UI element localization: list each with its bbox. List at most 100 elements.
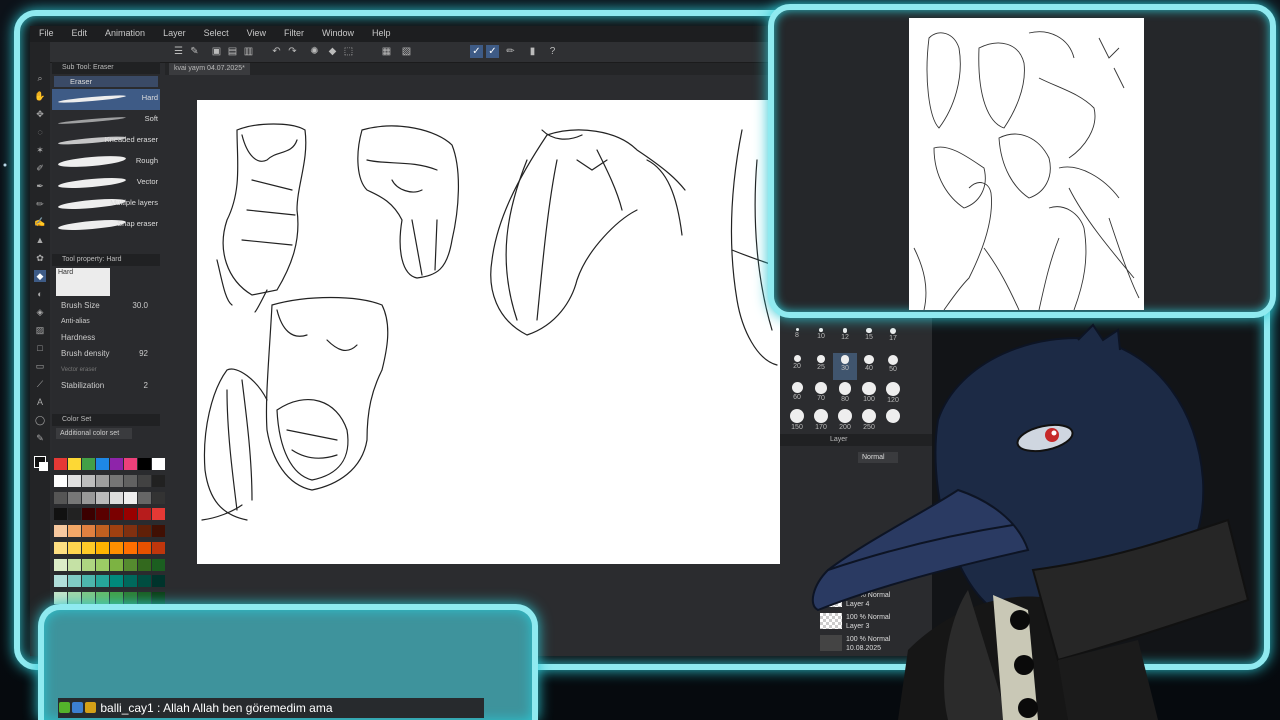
gradient-icon[interactable]: ▨	[34, 324, 46, 336]
fill-icon[interactable]: ◆	[326, 45, 339, 58]
color-swatch[interactable]	[54, 458, 67, 470]
color-swatch[interactable]	[110, 558, 123, 571]
color-swatch[interactable]	[96, 525, 109, 538]
color-swatch[interactable]	[82, 592, 95, 605]
color-swatch[interactable]	[124, 558, 137, 571]
color-swatch[interactable]	[82, 525, 95, 538]
color-swatch[interactable]	[110, 575, 123, 588]
airbrush-icon[interactable]: ▲	[34, 234, 46, 246]
color-swatch[interactable]	[124, 458, 137, 470]
menu-animation[interactable]: Animation	[96, 26, 154, 38]
decoration-icon[interactable]: ✿	[34, 252, 46, 264]
menu-select[interactable]: Select	[195, 26, 238, 38]
pen-tool-icon[interactable]: ✒	[34, 180, 46, 192]
brush-multiple-layers[interactable]: Multiple layers	[52, 194, 160, 215]
color-swatch[interactable]	[138, 474, 151, 487]
pencil-tool-icon[interactable]: ✏	[34, 198, 46, 210]
correct-line-icon[interactable]: ✎	[34, 432, 46, 444]
color-swatch[interactable]	[96, 592, 109, 605]
anti-alias-row[interactable]: Anti-alias	[52, 314, 160, 330]
eyedropper-icon[interactable]: ✐	[34, 162, 46, 174]
color-swatch[interactable]	[110, 525, 123, 538]
transform-icon[interactable]: ⬚	[342, 45, 355, 58]
frame-icon[interactable]: ▭	[34, 360, 46, 372]
tab-document[interactable]: kvai yaym 04.07.2025*	[169, 63, 250, 75]
device-icon[interactable]: ▮	[526, 45, 539, 58]
color-swatch[interactable]	[68, 474, 81, 487]
color-swatch[interactable]	[68, 541, 81, 554]
color-swatch[interactable]	[82, 558, 95, 571]
brush-vector[interactable]: Vector	[52, 173, 160, 194]
ruler-icon[interactable]: ▧	[400, 45, 413, 58]
color-swatch[interactable]	[138, 592, 151, 605]
stabilization-value[interactable]: 2	[144, 378, 148, 394]
pencil-icon[interactable]: ✏	[504, 45, 517, 58]
move-icon[interactable]: ✥	[34, 108, 46, 120]
brush-soft[interactable]: Soft	[52, 110, 160, 131]
save-icon[interactable]: ▥	[242, 45, 255, 58]
color-swatch[interactable]	[54, 541, 67, 554]
color-swatch[interactable]	[68, 575, 81, 588]
lasso-icon[interactable]: ◌	[34, 126, 46, 138]
color-swatch[interactable]	[82, 508, 95, 521]
color-swatch[interactable]	[54, 575, 67, 588]
color-swatch[interactable]	[138, 541, 151, 554]
color-swatch[interactable]	[68, 525, 81, 538]
color-swatch[interactable]	[68, 491, 81, 504]
brush-size-row[interactable]: Brush Size 30.0	[52, 298, 160, 314]
subtool-group-eraser[interactable]: Eraser	[54, 76, 158, 87]
color-swatch[interactable]	[82, 491, 95, 504]
color-swatch[interactable]	[152, 458, 165, 470]
color-swatch[interactable]	[152, 525, 165, 538]
color-swatch[interactable]	[82, 541, 95, 554]
color-swatch[interactable]	[68, 458, 81, 470]
color-swatch[interactable]	[138, 575, 151, 588]
color-swatch[interactable]	[96, 575, 109, 588]
brush-snap[interactable]: Snap eraser	[52, 215, 160, 236]
color-swatch[interactable]	[152, 558, 165, 571]
color-swatch[interactable]	[152, 541, 165, 554]
brush-density-row[interactable]: Brush density 92	[52, 346, 160, 362]
balloon-icon[interactable]: ◯	[34, 414, 46, 426]
color-swatch[interactable]	[54, 474, 67, 487]
new-file-icon[interactable]: ▣	[210, 45, 223, 58]
color-swatch[interactable]	[110, 508, 123, 521]
sub-color-swatch[interactable]	[39, 462, 48, 471]
redo-icon[interactable]: ↷	[286, 45, 299, 58]
brush-icon[interactable]: ✍	[34, 216, 46, 228]
color-swatch[interactable]	[152, 575, 165, 588]
menu-window[interactable]: Window	[313, 26, 363, 38]
brush-kneaded[interactable]: Kneaded eraser	[52, 131, 160, 152]
snap-special-icon[interactable]: ✓	[486, 45, 499, 58]
color-swatch[interactable]	[152, 592, 165, 605]
color-swatch[interactable]	[124, 508, 137, 521]
brush-size-value[interactable]: 30.0	[132, 298, 148, 314]
color-swatch[interactable]	[124, 474, 137, 487]
brush-hard[interactable]: Hard	[52, 89, 160, 110]
brush-size-option[interactable]: 150	[785, 407, 809, 434]
color-set-select[interactable]: Additional color set	[56, 428, 132, 439]
fill-tool-icon[interactable]: ◈	[34, 306, 46, 318]
color-swatch[interactable]	[124, 575, 137, 588]
grid-icon[interactable]: ▦	[380, 45, 393, 58]
ruler-tool-icon[interactable]: ⟋	[34, 378, 46, 390]
open-file-icon[interactable]: ▤	[226, 45, 239, 58]
color-swatch[interactable]	[68, 508, 81, 521]
color-swatch[interactable]	[138, 508, 151, 521]
menu-view[interactable]: View	[238, 26, 275, 38]
brush-density-value[interactable]: 92	[139, 346, 148, 362]
color-swatch[interactable]	[54, 491, 67, 504]
color-swatch[interactable]	[124, 525, 137, 538]
color-swatch[interactable]	[138, 558, 151, 571]
color-swatch[interactable]	[110, 592, 123, 605]
color-swatch[interactable]	[96, 458, 109, 470]
color-swatch[interactable]	[82, 474, 95, 487]
color-swatch[interactable]	[138, 491, 151, 504]
blend-icon[interactable]: ◐	[34, 288, 46, 300]
color-swatch[interactable]	[82, 575, 95, 588]
color-swatch[interactable]	[96, 541, 109, 554]
figure-icon[interactable]: □	[34, 342, 46, 354]
color-swatch[interactable]	[124, 541, 137, 554]
color-swatch[interactable]	[152, 491, 165, 504]
color-swatch[interactable]	[68, 592, 81, 605]
